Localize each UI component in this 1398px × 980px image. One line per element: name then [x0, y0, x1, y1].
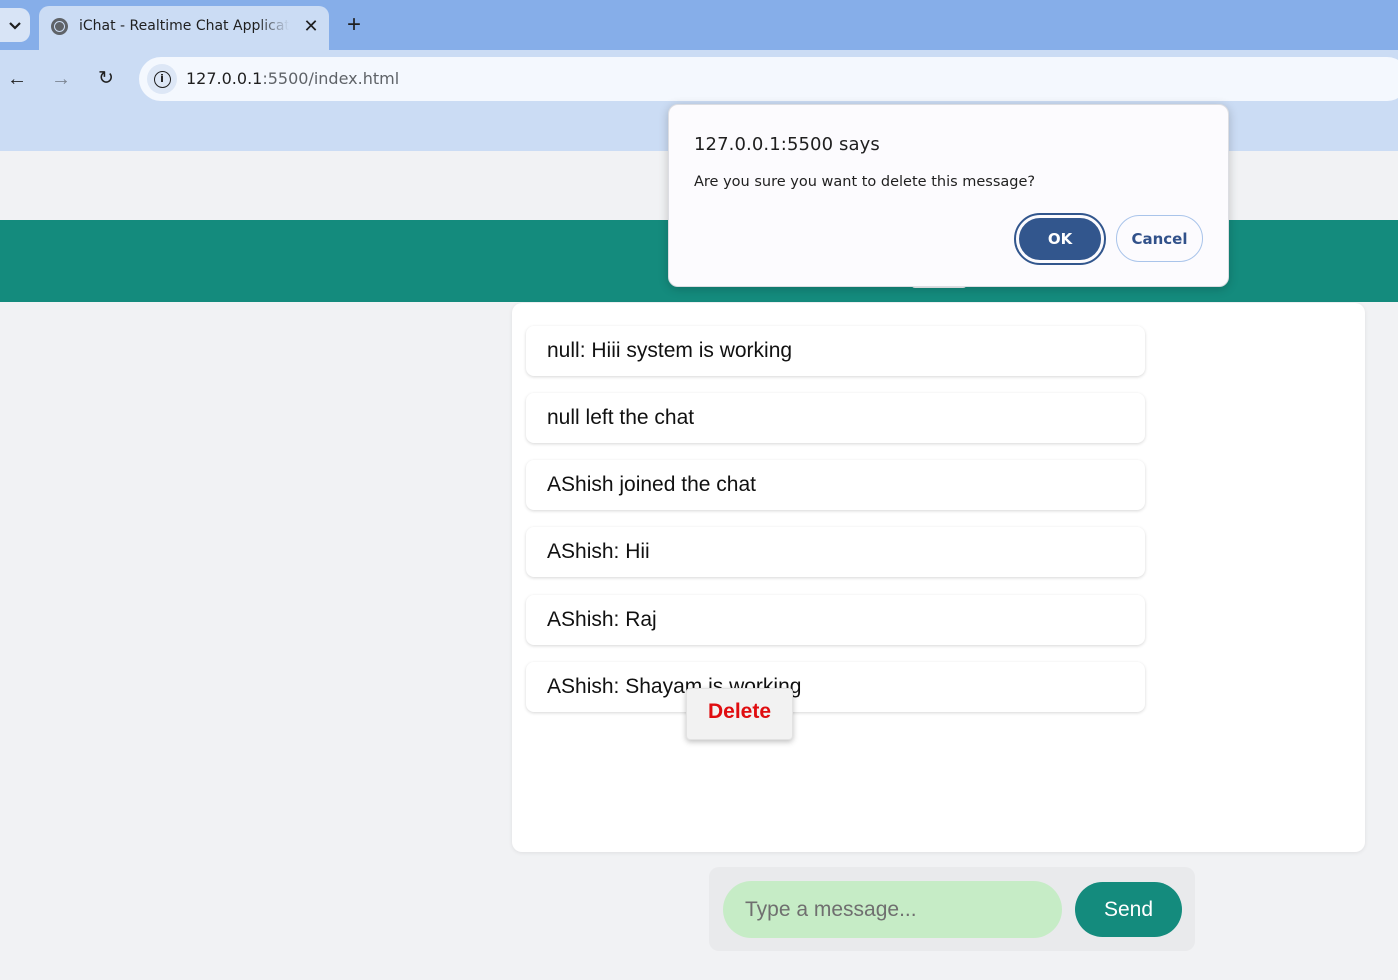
message-text: AShish: Raj — [547, 608, 657, 631]
chevron-down-icon — [9, 18, 21, 33]
info-icon: i — [153, 70, 171, 88]
url-text[interactable]: 127.0.0.1:5500/index.html — [186, 69, 399, 88]
globe-icon — [51, 18, 68, 35]
ok-button[interactable]: OK — [1014, 213, 1106, 265]
address-bar[interactable]: i 127.0.0.1:5500/index.html — [139, 57, 1398, 101]
message-context-menu: Delete — [686, 688, 793, 740]
reload-icon[interactable]: ↻ — [91, 64, 121, 94]
message-input[interactable] — [723, 881, 1062, 938]
delete-menu-item[interactable]: Delete — [687, 700, 792, 724]
new-tab-button[interactable]: + — [340, 11, 368, 39]
cancel-button[interactable]: Cancel — [1116, 215, 1203, 262]
browser-tab[interactable]: iChat - Realtime Chat Application ✕ — [39, 6, 329, 50]
message-container: null: Hiii system is working null left t… — [512, 303, 1365, 852]
message-item[interactable]: AShish: Hii — [526, 527, 1145, 577]
message-item[interactable]: null left the chat — [526, 393, 1145, 443]
url-host: 127.0.0.1 — [186, 69, 263, 88]
message-text: null left the chat — [547, 406, 695, 429]
message-item[interactable]: AShish joined the chat — [526, 460, 1145, 510]
dialog-title: 127.0.0.1:5500 says — [694, 134, 880, 155]
forward-arrow-icon[interactable]: → — [46, 64, 76, 94]
message-item[interactable]: null: Hiii system is working — [526, 326, 1145, 376]
confirm-dialog: 127.0.0.1:5500 says Are you sure you wan… — [668, 104, 1229, 287]
back-arrow-icon[interactable]: ← — [2, 64, 32, 94]
message-text: AShish joined the chat — [547, 473, 756, 496]
url-path: :5500/index.html — [262, 69, 400, 88]
browser-tab-strip: iChat - Realtime Chat Application ✕ + — [0, 0, 1398, 50]
dialog-message: Are you sure you want to delete this mes… — [694, 174, 1036, 190]
site-info-button[interactable]: i — [147, 64, 177, 94]
tab-title: iChat - Realtime Chat Application — [79, 18, 289, 34]
send-button[interactable]: Send — [1075, 882, 1182, 937]
message-text: AShish: Hii — [547, 540, 650, 563]
message-text: null: Hiii system is working — [547, 339, 793, 362]
tab-list-button[interactable] — [0, 8, 30, 42]
message-item[interactable]: AShish: Raj — [526, 595, 1145, 645]
message-composer: Send — [709, 867, 1195, 951]
message-item[interactable]: AShish: Shayam is working — [526, 662, 1145, 712]
close-icon[interactable]: ✕ — [301, 16, 321, 36]
